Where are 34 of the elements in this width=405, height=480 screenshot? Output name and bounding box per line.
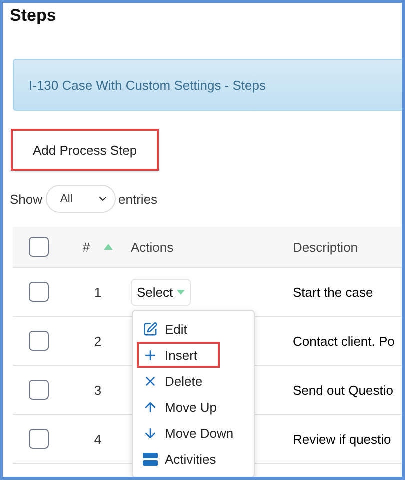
menu-item[interactable]: Move Up: [143, 394, 252, 420]
menu-item[interactable]: Move Down: [143, 420, 252, 446]
row-checkbox[interactable]: [29, 282, 49, 302]
show-label: Show: [10, 192, 43, 206]
arrow-down-icon: [143, 426, 158, 440]
actions-select-button[interactable]: Select: [131, 278, 192, 306]
select-all-checkbox[interactable]: [29, 237, 49, 257]
menu-item[interactable]: Edit: [143, 316, 252, 342]
description-cell-text: Review if questio: [293, 432, 392, 446]
description-cell-text: Contact client. Po: [293, 334, 396, 348]
row-checkbox[interactable]: [29, 331, 49, 351]
row-checkbox[interactable]: [29, 380, 49, 400]
description-cell-text: Send out Questio: [293, 382, 394, 398]
description-cell-text: Start the case: [293, 284, 374, 300]
row-number: 4: [93, 432, 103, 446]
column-header[interactable]: Description: [293, 240, 402, 254]
row-number: 2: [93, 334, 103, 348]
column-header[interactable]: #: [82, 240, 90, 254]
menu-item[interactable]: Activities: [143, 446, 252, 472]
menu-item[interactable]: Delete: [143, 368, 252, 394]
caret-icon: [177, 290, 186, 294]
row-number: 1: [93, 284, 103, 300]
plus-icon: [143, 348, 158, 362]
entries-label: entries: [118, 192, 158, 206]
row-checkbox[interactable]: [29, 429, 49, 449]
stacked-bars-icon: [143, 452, 158, 466]
column-header[interactable]: Actions: [131, 240, 293, 254]
add-process-step-button[interactable]: Add Process Step: [11, 129, 160, 171]
info-banner: I-130 Case With Custom Settings - Steps: [13, 59, 402, 111]
row-number: 3: [93, 382, 103, 398]
page-title: Steps: [10, 5, 58, 27]
edit-icon: [143, 322, 158, 336]
entries-select[interactable]: All: [46, 185, 116, 213]
menu-item[interactable]: Insert: [137, 342, 220, 368]
